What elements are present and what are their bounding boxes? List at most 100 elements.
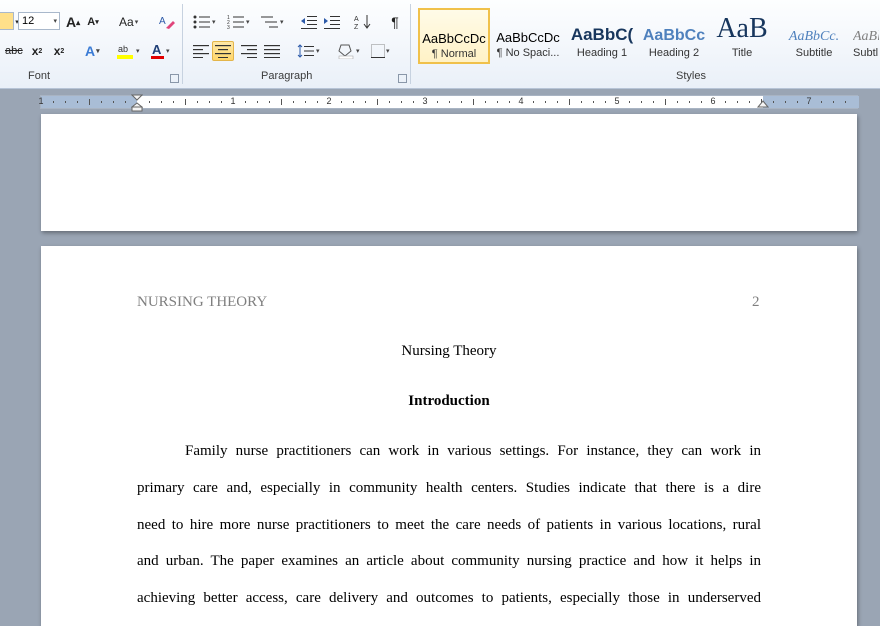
decrease-indent-icon[interactable]: [298, 12, 320, 32]
ruler-tick: [365, 101, 366, 103]
ruler-tick: [113, 101, 114, 103]
ruler-tick: [785, 101, 786, 103]
style-name: Subtitle: [795, 47, 833, 59]
style-name: Subtl: [853, 47, 879, 59]
ruler-tick: [221, 101, 222, 103]
font-size-value: 12: [22, 15, 35, 27]
sort-icon[interactable]: AZ: [351, 12, 375, 32]
align-center-icon[interactable]: [212, 41, 234, 61]
ruler-tick: [665, 99, 666, 105]
style-name: ¶ No Spaci...: [496, 47, 560, 59]
ruler-tick: [449, 101, 450, 103]
ruler-tick: [557, 101, 558, 103]
style-subtle-emphasis[interactable]: AaBl Subtl: [852, 8, 880, 64]
ruler-tick: [293, 101, 294, 103]
grow-font-icon[interactable]: A ▴: [63, 12, 83, 32]
increase-indent-icon[interactable]: [321, 12, 343, 32]
horizontal-ruler[interactable]: 1 1 2 3 4 5 6 7: [38, 94, 859, 112]
ruler-tick: [197, 101, 198, 103]
ruler-tick: [317, 101, 318, 103]
align-right-icon[interactable]: [238, 41, 260, 61]
ruler-tick: [581, 101, 582, 103]
ruler-tick: [569, 99, 570, 105]
style-preview: AaBbCc.: [788, 29, 840, 44]
ruler-tick: [653, 101, 654, 103]
borders-icon[interactable]: ▾: [368, 41, 393, 61]
style-normal[interactable]: AaBbCcDc ¶ Normal: [418, 8, 490, 64]
page-1[interactable]: [41, 114, 857, 231]
ruler-tick: [377, 99, 378, 105]
superscript-icon[interactable]: x2: [50, 41, 68, 61]
ruler-number: 7: [806, 96, 812, 106]
page-2[interactable]: NURSING THEORY 2 Nursing Theory Introduc…: [41, 246, 857, 626]
ruler-tick: [749, 101, 750, 103]
ruler-number: 5: [614, 96, 620, 106]
font-color-icon[interactable]: A ▾: [146, 41, 173, 61]
ruler-tick: [605, 101, 606, 103]
ruler-tick: [593, 101, 594, 103]
ruler-tick: [281, 99, 282, 105]
justify-icon[interactable]: [261, 41, 283, 61]
change-case-icon[interactable]: Aa ▾: [116, 12, 141, 32]
ruler-tick: [461, 101, 462, 103]
body-line: and urban. The paper examines an article…: [137, 553, 761, 569]
line-spacing-icon[interactable]: ▾: [294, 41, 323, 61]
ruler-tick: [797, 101, 798, 103]
body-line: achieving better access, care delivery a…: [137, 590, 761, 606]
clear-formatting-icon[interactable]: A: [155, 12, 179, 32]
ruler-tick: [485, 101, 486, 103]
svg-text:Z: Z: [354, 24, 359, 30]
right-indent-marker-icon[interactable]: [757, 98, 769, 110]
ruler-tick: [689, 101, 690, 103]
ruler-tick: [725, 101, 726, 103]
ruler-tick: [173, 101, 174, 103]
style-subtitle[interactable]: AaBbCc. Subtitle: [778, 8, 850, 64]
body-line: primary care and, especially in communit…: [137, 480, 761, 496]
ruler-tick: [269, 101, 270, 103]
font-dialog-launcher-icon[interactable]: [170, 74, 179, 83]
ruler-tick: [389, 101, 390, 103]
numbering-icon[interactable]: 1 2 3 ▾: [224, 12, 253, 32]
ruler-tick: [641, 101, 642, 103]
ruler-tick: [161, 101, 162, 103]
ruler-tick: [401, 101, 402, 103]
text-highlight-icon[interactable]: ab ▾: [112, 41, 143, 61]
align-left-icon[interactable]: [190, 41, 212, 61]
ruler-number: 1: [230, 96, 236, 106]
show-formatting-icon[interactable]: ¶: [386, 12, 404, 32]
style-no-spacing[interactable]: AaBbCcDc ¶ No Spaci...: [492, 8, 564, 64]
ruler-tick: [53, 101, 54, 103]
ruler-tick: [845, 101, 846, 103]
multilevel-list-icon[interactable]: ▾: [258, 12, 287, 32]
font-size-field[interactable]: 12 ▾: [18, 12, 60, 30]
ruler-tick: [245, 101, 246, 103]
first-line-indent-marker-icon[interactable]: [131, 94, 143, 112]
strikethrough-icon[interactable]: abc: [2, 41, 26, 61]
ruler-tick: [209, 101, 210, 103]
bullets-icon[interactable]: ▾: [190, 12, 219, 32]
ruler-tick: [545, 101, 546, 103]
svg-text:A: A: [152, 42, 162, 57]
font-size-dropdown-icon[interactable]: ▾: [53, 17, 57, 25]
text-effects-icon[interactable]: A ▾: [82, 41, 103, 61]
style-preview: AaB: [716, 13, 768, 44]
ruler-number: 6: [710, 96, 716, 106]
paragraph-dialog-launcher-icon[interactable]: [398, 74, 407, 83]
ruler-tick: [677, 101, 678, 103]
body-line: Family nurse practitioners can work in v…: [185, 443, 761, 459]
style-name: Heading 1: [576, 47, 628, 59]
ruler-tick: [629, 101, 630, 103]
ruler-tick: [185, 99, 186, 105]
svg-text:3: 3: [227, 25, 230, 29]
style-heading-2[interactable]: AaBbCc Heading 2: [638, 8, 710, 64]
ruler-tick: [257, 101, 258, 103]
subscript-icon[interactable]: x2: [28, 41, 46, 61]
shrink-font-icon[interactable]: A ▾: [84, 12, 102, 32]
ruler-number: 2: [326, 96, 332, 106]
shading-icon[interactable]: ▾: [334, 41, 363, 61]
ruler-number: 1: [38, 96, 44, 106]
group-divider: [410, 4, 411, 84]
style-title[interactable]: AaB Title: [706, 8, 778, 64]
style-heading-1[interactable]: AaBbC( Heading 1: [566, 8, 638, 64]
font-group-label: Font: [28, 70, 51, 82]
